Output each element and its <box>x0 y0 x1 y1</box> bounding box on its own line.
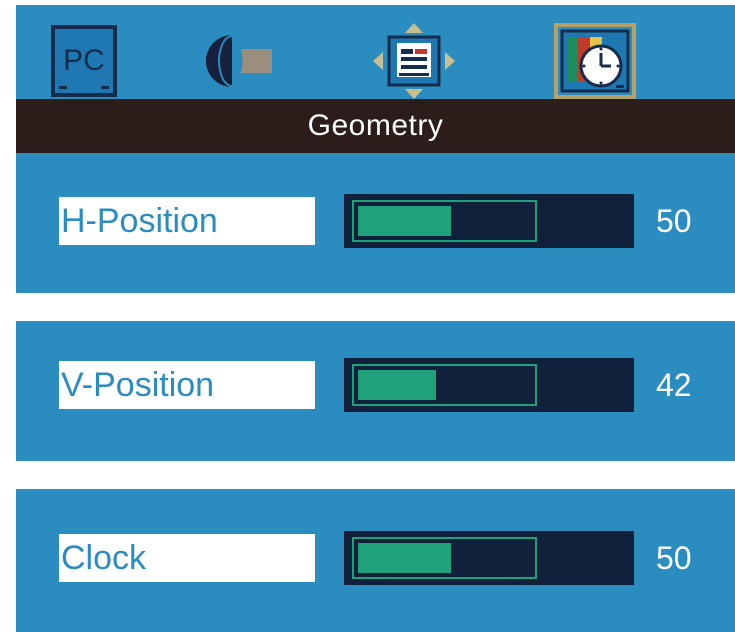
tab-geometry[interactable] <box>554 23 636 99</box>
slider-frame <box>352 537 537 579</box>
setting-row-h-position[interactable]: H-Position 50 <box>16 153 735 293</box>
pc-tab-label: PC <box>63 44 105 77</box>
slider-frame <box>352 364 537 406</box>
clock-slider[interactable] <box>344 531 634 585</box>
v-position-slider[interactable] <box>344 358 634 412</box>
menu-title: Geometry <box>307 109 444 142</box>
setting-label: Clock <box>59 534 315 582</box>
slider-fill <box>358 543 451 573</box>
setting-row-v-position[interactable]: V-Position 42 <box>16 321 735 461</box>
tab-adjust[interactable] <box>369 23 455 99</box>
setting-label: H-Position <box>59 197 315 245</box>
move-arrows-icon <box>373 23 455 99</box>
clock-monitor-icon <box>554 23 636 99</box>
slider-fill <box>358 370 436 400</box>
setting-row-clock[interactable]: Clock 50 <box>16 489 735 632</box>
osd-menu: PC Geometry H-Position 50 V-Position 42 … <box>16 5 735 632</box>
setting-value: 50 <box>656 203 692 239</box>
osd-header: PC Geometry <box>16 5 735 153</box>
tab-pc[interactable]: PC <box>49 23 131 99</box>
setting-value: 42 <box>656 367 692 403</box>
pc-monitor-icon: PC <box>51 25 117 97</box>
tab-color[interactable] <box>202 23 284 99</box>
menu-title-bar: Geometry <box>16 99 735 153</box>
color-half-circle-icon <box>206 35 272 87</box>
setting-label: V-Position <box>59 361 315 409</box>
h-position-slider[interactable] <box>344 194 634 248</box>
slider-frame <box>352 200 537 242</box>
slider-fill <box>358 206 451 236</box>
setting-value: 50 <box>656 540 692 576</box>
